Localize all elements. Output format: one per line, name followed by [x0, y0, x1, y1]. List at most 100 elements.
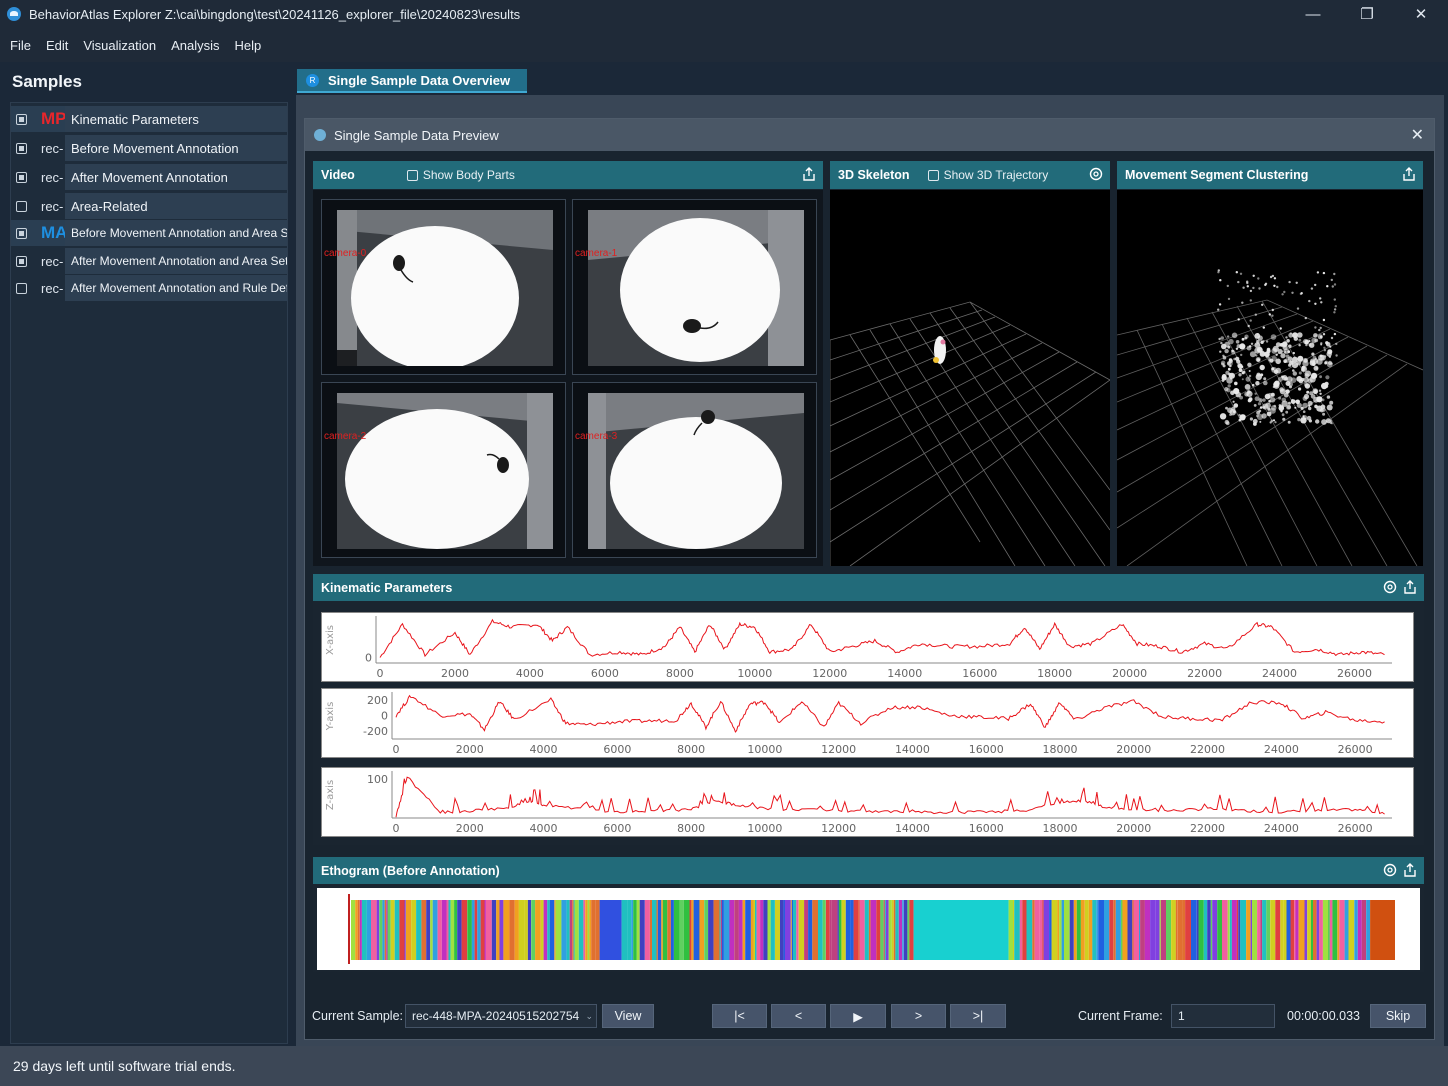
- sample-checkbox[interactable]: [16, 227, 27, 239]
- menu-edit[interactable]: Edit: [46, 38, 68, 53]
- title-bar: BehaviorAtlas Explorer Z:\cai\bingdong\t…: [0, 0, 1448, 28]
- previous-frame-button[interactable]: <: [771, 1004, 826, 1028]
- show-3d-trajectory-checkbox[interactable]: Show 3D Trajectory: [927, 168, 1048, 182]
- export-icon[interactable]: [1402, 862, 1418, 878]
- export-icon[interactable]: [801, 166, 817, 182]
- cluster-point: [1228, 359, 1233, 363]
- cluster-point: [1335, 342, 1338, 346]
- sample-row[interactable]: rec- After Movement Annotation and Rule …: [11, 275, 287, 301]
- clustering-3d-view[interactable]: [1117, 190, 1423, 566]
- sample-checkbox[interactable]: [16, 142, 27, 154]
- ethogram-segment: [870, 900, 877, 960]
- first-frame-button[interactable]: |<: [712, 1004, 767, 1028]
- menu-file[interactable]: File: [10, 38, 31, 53]
- close-window-button[interactable]: ✕: [1394, 0, 1448, 28]
- menu-visualization[interactable]: Visualization: [83, 38, 156, 53]
- cluster-point: [1222, 354, 1225, 357]
- cluster-point: [1218, 303, 1222, 306]
- current-sample-select[interactable]: rec-448-MPA-20240515202754 ⌄: [405, 1004, 597, 1028]
- y-axis-plot[interactable]: Y-axis 200 0 -200 0 2000 4000 6000 8000 10000 1200…: [321, 688, 1414, 758]
- sample-checkbox[interactable]: [16, 255, 27, 267]
- cluster-point: [1252, 274, 1255, 277]
- camera-view[interactable]: camera-3: [572, 382, 817, 558]
- ethogram-segment: [1115, 900, 1121, 960]
- ethogram-segment: [753, 900, 755, 960]
- ethogram-segment: [509, 900, 515, 960]
- cluster-point: [1316, 271, 1320, 274]
- cluster-point: [1334, 305, 1337, 308]
- sample-row[interactable]: rec- After Movement Annotation: [11, 164, 287, 190]
- ethogram-segment: [1236, 900, 1239, 960]
- gear-icon[interactable]: [1382, 862, 1398, 878]
- x-axis-plot[interactable]: X-axis 0 0 2000 4000 6000 8000 10000 12000 14000 1…: [321, 612, 1414, 682]
- z-axis-plot[interactable]: Z-axis 100 0 2000 4000 6000 8000 10000 12000 1400…: [321, 767, 1414, 837]
- ethogram-segment: [691, 900, 694, 960]
- checkbox-box[interactable]: [927, 169, 939, 181]
- ethogram-segment: [467, 900, 472, 960]
- tab-single-sample-overview[interactable]: R Single Sample Data Overview: [297, 69, 527, 93]
- cluster-point: [1224, 348, 1229, 354]
- ethogram-segment: [657, 900, 662, 960]
- ethogram-chart[interactable]: [317, 888, 1420, 970]
- ethogram-segment: [1354, 900, 1358, 960]
- camera-view[interactable]: camera-2: [321, 382, 566, 558]
- cluster-point: [1320, 342, 1323, 345]
- x-tick-label: 2000: [456, 822, 484, 835]
- sample-checkbox[interactable]: [16, 282, 27, 294]
- last-frame-button[interactable]: >|: [950, 1004, 1006, 1028]
- sample-checkbox[interactable]: [16, 200, 27, 212]
- gear-icon[interactable]: [1088, 166, 1104, 182]
- ethogram-segment: [760, 900, 764, 960]
- menu-help[interactable]: Help: [235, 38, 262, 53]
- view-button[interactable]: View: [602, 1004, 654, 1028]
- cluster-point: [1278, 405, 1285, 411]
- camera-view[interactable]: camera-1: [572, 199, 817, 375]
- ethogram-segment: [1238, 900, 1241, 960]
- cluster-point: [1225, 370, 1230, 375]
- close-icon[interactable]: ✕: [1411, 125, 1424, 145]
- ethogram-segment: [1098, 900, 1104, 960]
- sample-row[interactable]: rec- Before Movement Annotation: [11, 135, 287, 161]
- ethogram-segment: [535, 900, 541, 960]
- ethogram-segment: [1109, 900, 1114, 960]
- ethogram-segment: [1328, 900, 1330, 960]
- cluster-point: [1299, 292, 1303, 296]
- next-frame-button[interactable]: >: [891, 1004, 946, 1028]
- skeleton-3d-view[interactable]: [830, 190, 1110, 566]
- export-icon[interactable]: [1401, 166, 1417, 182]
- sample-row[interactable]: rec- After Movement Annotation and Area …: [11, 248, 287, 274]
- ethogram-segment: [837, 900, 839, 960]
- ethogram-segment: [791, 900, 793, 960]
- ethogram-segment: [884, 900, 886, 960]
- chevron-down-icon: ⌄: [585, 1010, 593, 1021]
- x-tick-label: 24000: [1264, 822, 1299, 835]
- play-button[interactable]: ▶: [830, 1004, 886, 1028]
- sample-checkbox[interactable]: [16, 113, 27, 125]
- minimize-button[interactable]: —: [1286, 0, 1340, 28]
- cluster-point: [1304, 383, 1311, 389]
- cluster-point: [1303, 377, 1309, 383]
- maximize-button[interactable]: ❐: [1340, 0, 1394, 28]
- show-body-parts-checkbox[interactable]: Show Body Parts: [406, 168, 515, 182]
- sample-row-mp[interactable]: MP Kinematic Parameters: [11, 106, 287, 132]
- ethogram-segment: [721, 900, 724, 960]
- skip-button[interactable]: Skip: [1370, 1004, 1426, 1028]
- ethogram-segment: [376, 900, 380, 960]
- sample-checkbox[interactable]: [16, 171, 27, 183]
- sample-row-ma[interactable]: MA Before Movement Annotation and Area S…: [11, 220, 287, 246]
- checkbox-box[interactable]: [406, 169, 418, 181]
- ethogram-segment: [387, 900, 391, 960]
- x-tick-label: 4000: [530, 822, 558, 835]
- x-tick-label: 6000: [591, 667, 619, 680]
- sample-list[interactable]: MP Kinematic Parameters rec- Before Move…: [10, 102, 288, 1044]
- sample-row[interactable]: rec- Area-Related: [11, 193, 287, 219]
- ethogram-segment: [793, 900, 797, 960]
- menu-analysis[interactable]: Analysis: [171, 38, 219, 53]
- cluster-point: [1302, 410, 1306, 413]
- cluster-point: [1328, 355, 1332, 358]
- export-icon[interactable]: [1402, 579, 1418, 595]
- current-frame-input[interactable]: 1: [1171, 1004, 1275, 1028]
- camera-view[interactable]: camera-0: [321, 199, 566, 375]
- x-tick-label: 8000: [677, 822, 705, 835]
- gear-icon[interactable]: [1382, 579, 1398, 595]
